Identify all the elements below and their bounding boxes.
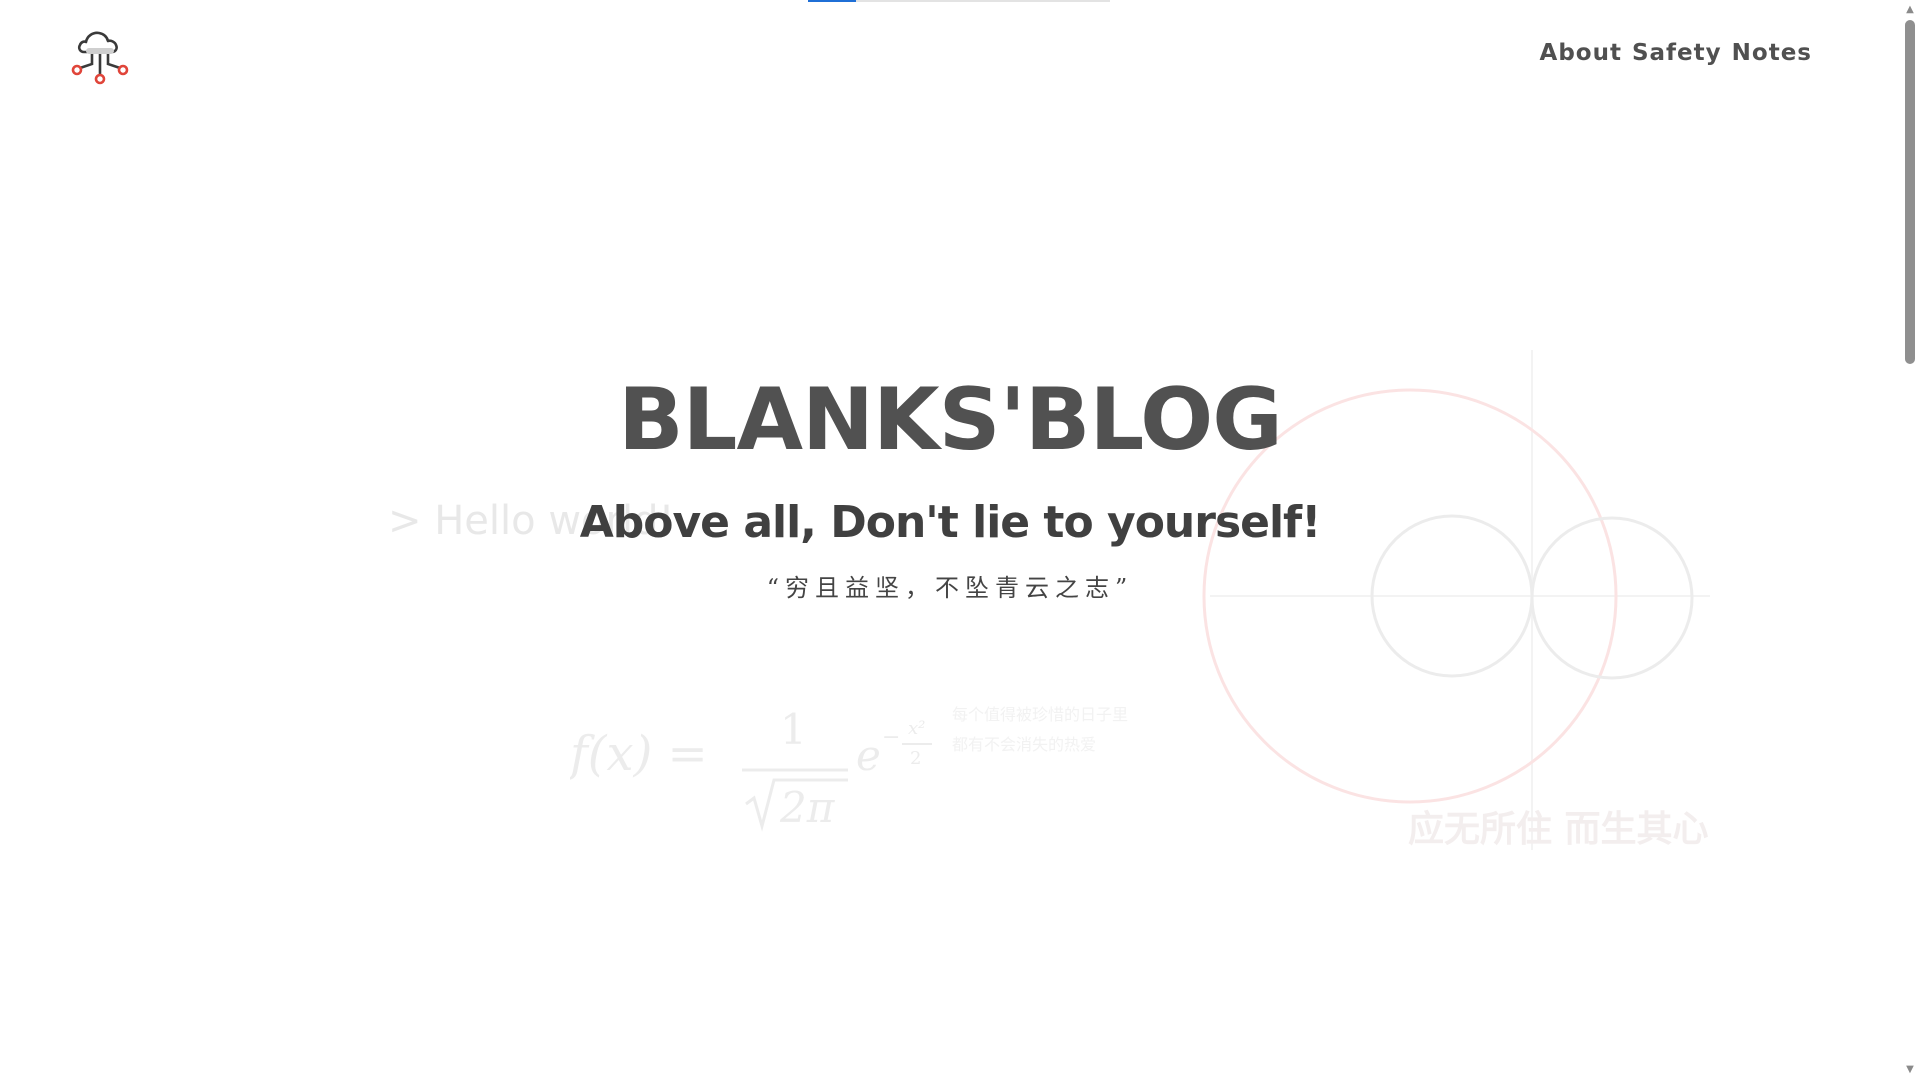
reading-progress-fill (808, 0, 857, 2)
svg-text:x²: x² (908, 718, 925, 739)
background-note-line: 每个值得被珍惜的日子里 (952, 705, 1129, 724)
nav-link-about[interactable]: About (1540, 40, 1622, 66)
svg-text:f(x) =: f(x) = (570, 726, 708, 782)
site-quote: “穷且益坚，不坠青云之志” (766, 574, 1134, 602)
cloud-network-icon (71, 31, 129, 85)
scroll-down-arrow-icon[interactable]: ▼ (1900, 1062, 1920, 1078)
main-nav: About Safety Notes (1540, 40, 1812, 66)
scrollbar[interactable]: ▲ ▼ (1900, 0, 1920, 1080)
background-note-line: 都有不会消失的热爱 (952, 735, 1097, 754)
background-formula: f(x) = 1 2π e − x² 2 (570, 705, 932, 832)
background-note: 每个值得被珍惜的日子里 都有不会消失的热爱 (952, 700, 1192, 760)
reading-progress-bar (808, 0, 1110, 2)
scrollbar-thumb[interactable] (1905, 20, 1915, 364)
page: About Safety Notes > Hello world! f(x) =… (0, 0, 1920, 1080)
nav-link-notes[interactable]: Notes (1732, 40, 1812, 66)
svg-text:2: 2 (910, 748, 921, 769)
nav-link-safety[interactable]: Safety (1632, 40, 1722, 66)
site-logo[interactable] (68, 24, 134, 90)
svg-text:2π: 2π (779, 783, 836, 832)
site-subtitle: Above all, Don't lie to yourself! (579, 497, 1322, 548)
scroll-up-arrow-icon[interactable]: ▲ (1900, 2, 1920, 18)
svg-text:1: 1 (780, 705, 807, 754)
svg-text:e: e (856, 731, 881, 780)
site-title: BLANKS'BLOG (618, 370, 1283, 470)
background-motto: 应无所住 而生其心 (1408, 809, 1709, 850)
svg-text:−: − (882, 725, 900, 750)
